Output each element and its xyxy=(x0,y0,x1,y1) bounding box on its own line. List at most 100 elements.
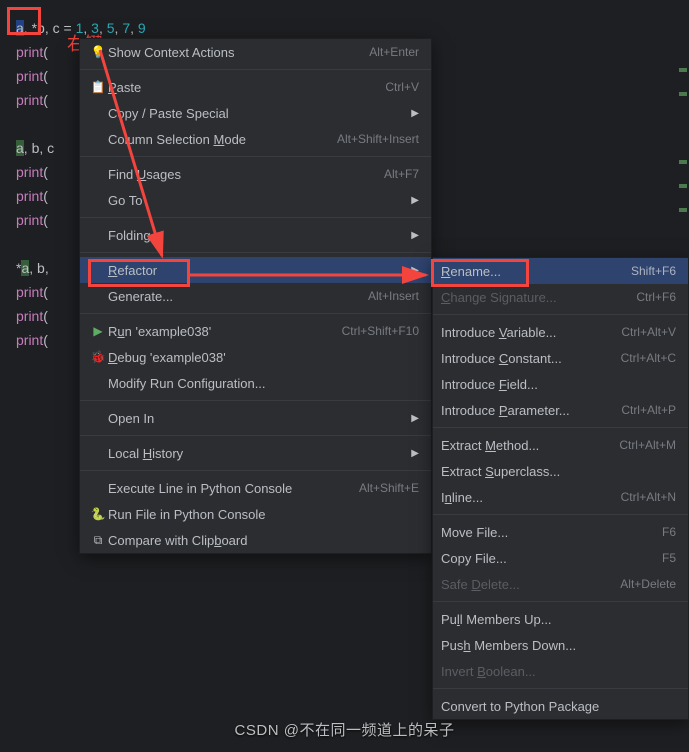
menu-label: Paste xyxy=(108,80,385,95)
submenu-convert-package[interactable]: Convert to Python Package xyxy=(433,693,688,719)
menu-compare-clipboard[interactable]: ⧉Compare with Clipboard xyxy=(80,527,431,553)
watermark-text: CSDN @不在同一频道上的呆子 xyxy=(0,719,689,740)
context-menu: 💡Show Context ActionsAlt+Enter 📋PasteCtr… xyxy=(79,38,432,554)
menu-separator xyxy=(80,252,431,253)
menu-separator xyxy=(80,69,431,70)
menu-separator xyxy=(433,688,688,689)
menu-label: Compare with Clipboard xyxy=(108,533,419,548)
submenu-move-file[interactable]: Move File...F6 xyxy=(433,519,688,545)
menu-shortcut: Ctrl+Alt+V xyxy=(621,325,676,339)
menu-label: Refactor xyxy=(108,263,403,278)
menu-debug[interactable]: 🐞Debug 'example038' xyxy=(80,344,431,370)
menu-shortcut: Ctrl+Alt+N xyxy=(621,490,676,504)
menu-separator xyxy=(433,514,688,515)
menu-shortcut: F6 xyxy=(662,525,676,539)
menu-label: Copy File... xyxy=(441,551,662,566)
menu-find-usages[interactable]: Find UsagesAlt+F7 xyxy=(80,161,431,187)
menu-label: Move File... xyxy=(441,525,662,540)
menu-run-file-console[interactable]: 🐍Run File in Python Console xyxy=(80,501,431,527)
menu-column-selection[interactable]: Column Selection ModeAlt+Shift+Insert xyxy=(80,126,431,152)
gutter-mark[interactable] xyxy=(679,92,687,96)
submenu-inline[interactable]: Inline...Ctrl+Alt+N xyxy=(433,484,688,510)
menu-label: Modify Run Configuration... xyxy=(108,376,419,391)
run-icon: ▶ xyxy=(88,324,108,338)
menu-shortcut: Shift+F6 xyxy=(631,264,676,278)
menu-shortcut: Alt+Enter xyxy=(369,45,419,59)
code-line[interactable]: a, *b, c = 1, 3, 5, 7, 9 xyxy=(0,16,689,40)
gutter-mark[interactable] xyxy=(679,160,687,164)
menu-shortcut: Ctrl+Alt+M xyxy=(619,438,676,452)
submenu-intro-constant[interactable]: Introduce Constant...Ctrl+Alt+C xyxy=(433,345,688,371)
menu-label: Debug 'example038' xyxy=(108,350,419,365)
menu-separator xyxy=(433,314,688,315)
compare-icon: ⧉ xyxy=(88,533,108,548)
submenu-intro-field[interactable]: Introduce Field... xyxy=(433,371,688,397)
menu-go-to[interactable]: Go To▶ xyxy=(80,187,431,213)
menu-separator xyxy=(80,470,431,471)
menu-label: Column Selection Mode xyxy=(108,132,337,147)
submenu-intro-parameter[interactable]: Introduce Parameter...Ctrl+Alt+P xyxy=(433,397,688,423)
menu-separator xyxy=(80,400,431,401)
annotation-box-variable xyxy=(7,7,41,35)
menu-separator xyxy=(80,435,431,436)
menu-label: Introduce Constant... xyxy=(441,351,621,366)
menu-shortcut: Alt+Insert xyxy=(368,289,419,303)
menu-shortcut: Ctrl+Shift+F10 xyxy=(342,324,419,338)
menu-modify-run-config[interactable]: Modify Run Configuration... xyxy=(80,370,431,396)
submenu-safe-delete: Safe Delete...Alt+Delete xyxy=(433,571,688,597)
menu-run[interactable]: ▶Run 'example038'Ctrl+Shift+F10 xyxy=(80,318,431,344)
menu-shortcut: F5 xyxy=(662,551,676,565)
submenu-extract-method[interactable]: Extract Method...Ctrl+Alt+M xyxy=(433,432,688,458)
lightbulb-icon: 💡 xyxy=(88,45,108,59)
chevron-right-icon: ▶ xyxy=(411,230,419,241)
menu-shortcut: Ctrl+Alt+P xyxy=(621,403,676,417)
menu-separator xyxy=(433,601,688,602)
submenu-rename[interactable]: Rename...Shift+F6 xyxy=(433,258,688,284)
submenu-copy-file[interactable]: Copy File...F5 xyxy=(433,545,688,571)
menu-label: Execute Line in Python Console xyxy=(108,481,359,496)
menu-paste[interactable]: 📋PasteCtrl+V xyxy=(80,74,431,100)
gutter-mark[interactable] xyxy=(679,184,687,188)
submenu-change-signature: Change Signature...Ctrl+F6 xyxy=(433,284,688,310)
menu-generate[interactable]: Generate...Alt+Insert xyxy=(80,283,431,309)
menu-shortcut: Ctrl+V xyxy=(385,80,419,94)
menu-copy-paste-special[interactable]: Copy / Paste Special▶ xyxy=(80,100,431,126)
menu-folding[interactable]: Folding ▶ xyxy=(80,222,431,248)
menu-separator xyxy=(433,427,688,428)
menu-label: Push Members Down... xyxy=(441,638,676,653)
menu-label: Introduce Parameter... xyxy=(441,403,621,418)
menu-separator xyxy=(80,156,431,157)
menu-open-in[interactable]: Open In ▶ xyxy=(80,405,431,431)
menu-label: Invert Boolean... xyxy=(441,664,676,679)
submenu-extract-superclass[interactable]: Extract Superclass... xyxy=(433,458,688,484)
chevron-right-icon: ▶ xyxy=(411,195,419,206)
menu-label: Folding xyxy=(108,228,403,243)
menu-label: Safe Delete... xyxy=(441,577,620,592)
gutter-mark[interactable] xyxy=(679,208,687,212)
paste-icon: 📋 xyxy=(88,80,108,94)
menu-label: Open In xyxy=(108,411,403,426)
menu-separator xyxy=(80,217,431,218)
menu-label: Pull Members Up... xyxy=(441,612,676,627)
menu-shortcut: Alt+Shift+Insert xyxy=(337,132,419,146)
chevron-right-icon: ▶ xyxy=(411,265,419,276)
menu-label: Convert to Python Package xyxy=(441,699,676,714)
menu-local-history[interactable]: Local History▶ xyxy=(80,440,431,466)
chevron-right-icon: ▶ xyxy=(411,108,419,119)
gutter-mark[interactable] xyxy=(679,68,687,72)
menu-shortcut: Ctrl+F6 xyxy=(636,290,676,304)
debug-icon: 🐞 xyxy=(88,350,108,364)
submenu-intro-variable[interactable]: Introduce Variable...Ctrl+Alt+V xyxy=(433,319,688,345)
menu-refactor[interactable]: Refactor ▶ xyxy=(80,257,431,283)
submenu-pull-up[interactable]: Pull Members Up... xyxy=(433,606,688,632)
menu-shortcut: Alt+Delete xyxy=(620,577,676,591)
python-icon: 🐍 xyxy=(88,507,108,521)
menu-label: Run File in Python Console xyxy=(108,507,419,522)
chevron-right-icon: ▶ xyxy=(411,413,419,424)
menu-exec-line[interactable]: Execute Line in Python ConsoleAlt+Shift+… xyxy=(80,475,431,501)
menu-label: Introduce Variable... xyxy=(441,325,621,340)
submenu-push-down[interactable]: Push Members Down... xyxy=(433,632,688,658)
menu-show-context-actions[interactable]: 💡Show Context ActionsAlt+Enter xyxy=(80,39,431,65)
menu-separator xyxy=(80,313,431,314)
menu-label: Rename... xyxy=(441,264,631,279)
